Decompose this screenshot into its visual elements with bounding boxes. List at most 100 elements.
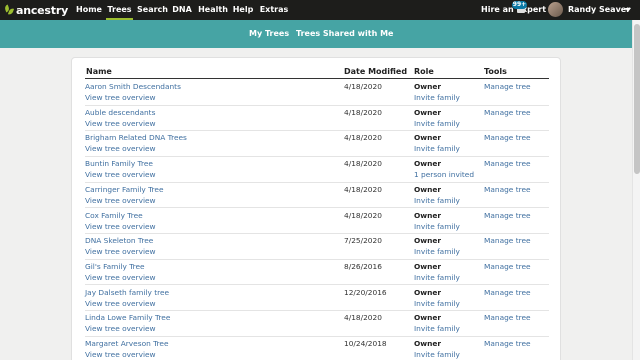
manage-tree-link[interactable]: Manage tree [484, 133, 531, 142]
view-tree-overview-link[interactable]: View tree overview [85, 93, 156, 102]
table-row: Cox Family Tree View tree overview 4/18/20… [85, 209, 549, 235]
role-label: Owner [414, 210, 442, 220]
invite-family-link[interactable]: Invite family [414, 324, 460, 333]
role-label: Owner [414, 133, 442, 143]
date-modified: 4/18/2020 [344, 313, 382, 323]
role-label: Owner [414, 82, 442, 91]
role-label: Owner [414, 236, 442, 246]
date-modified: 4/18/2020 [344, 159, 382, 169]
invite-family-link[interactable]: Invite family [414, 222, 460, 231]
date-modified: 4/18/2020 [344, 184, 382, 194]
view-tree-overview-link[interactable]: View tree overview [85, 247, 156, 256]
tree-name-link[interactable]: Jay Dalseth family tree [85, 288, 169, 297]
table-row: Margaret Arveson Tree View tree overview 1… [85, 337, 549, 360]
scrollbar-thumb[interactable] [634, 24, 640, 174]
invite-family-link[interactable]: Invite family [414, 273, 460, 282]
manage-tree-link[interactable]: Manage tree [484, 288, 531, 297]
tab-my-trees[interactable]: My Trees [249, 20, 289, 48]
manage-tree-link[interactable]: Manage tree [484, 211, 531, 220]
manage-tree-link[interactable]: Manage tree [484, 313, 531, 322]
invite-family-link[interactable]: Invite family [414, 119, 460, 128]
role-label: Owner [414, 107, 442, 117]
view-tree-overview-link[interactable]: View tree overview [85, 222, 156, 231]
manage-tree-link[interactable]: Manage tree [484, 159, 531, 168]
invite-family-link[interactable]: Invite family [414, 299, 460, 308]
nav-dna[interactable]: DNA [170, 0, 194, 20]
tree-name-link[interactable]: Margaret Arveson Tree [85, 339, 169, 348]
role-label: Owner [414, 261, 442, 271]
table-row: Buntin Family Tree View tree overview 4/18… [85, 157, 549, 183]
table-row: Auble descendants View tree overview 4/18/… [85, 106, 549, 132]
scrollbar[interactable] [632, 20, 640, 360]
role-label: Owner [414, 313, 442, 323]
view-tree-overview-link[interactable]: View tree overview [85, 170, 156, 179]
tree-name-link[interactable]: Buntin Family Tree [85, 159, 153, 168]
logo-text: ancestry [16, 3, 69, 17]
header-divider [85, 78, 549, 79]
nav-home[interactable]: Home [76, 0, 102, 20]
tree-name-link[interactable]: Auble descendants [85, 108, 155, 117]
tree-name-link[interactable]: Carringer Family Tree [85, 185, 164, 194]
date-modified: 8/26/2016 [344, 261, 382, 271]
manage-tree-link[interactable]: Manage tree [484, 339, 531, 348]
avatar[interactable] [548, 2, 563, 17]
top-navigation-bar: ancestry Home Trees Search DNA Health He… [0, 0, 640, 20]
date-modified: 4/18/2020 [344, 107, 382, 117]
column-header-tools: Tools [484, 67, 507, 76]
table-row: DNA Skeleton Tree View tree overview 7/25/… [85, 234, 549, 260]
date-modified: 4/18/2020 [344, 133, 382, 143]
invite-family-link[interactable]: Invite family [414, 144, 460, 153]
manage-tree-link[interactable]: Manage tree [484, 236, 531, 245]
invite-family-link[interactable]: Invite family [414, 93, 460, 102]
manage-tree-link[interactable]: Manage tree [484, 185, 531, 194]
tree-name-link[interactable]: Aaron Smith Descendants [85, 82, 181, 91]
invite-family-link[interactable]: 1 person invited [414, 170, 474, 179]
role-label: Owner [414, 287, 442, 297]
date-modified: 12/20/2016 [344, 287, 387, 297]
nav-search[interactable]: Search [137, 0, 168, 20]
tab-trees-shared[interactable]: Trees Shared with Me [296, 20, 393, 48]
nav-health[interactable]: Health [198, 0, 228, 20]
ancestry-logo[interactable]: ancestry [3, 2, 69, 18]
manage-tree-link[interactable]: Manage tree [484, 82, 531, 91]
table-row: Brigham Related DNA Trees View tree overv… [85, 131, 549, 157]
view-tree-overview-link[interactable]: View tree overview [85, 144, 156, 153]
column-header-name: Name [86, 67, 112, 76]
tree-name-link[interactable]: Brigham Related DNA Trees [85, 133, 187, 142]
table-row: Jay Dalseth family tree View tree overvie… [85, 286, 549, 312]
trees-subnav: My Trees Trees Shared with Me [0, 20, 640, 48]
table-row: Aaron Smith Descendants View tree overvie… [85, 80, 549, 106]
view-tree-overview-link[interactable]: View tree overview [85, 324, 156, 333]
chevron-down-icon[interactable] [625, 8, 631, 12]
column-header-role: Role [414, 67, 434, 76]
manage-tree-link[interactable]: Manage tree [484, 108, 531, 117]
invite-family-link[interactable]: Invite family [414, 350, 460, 359]
role-label: Owner [414, 184, 442, 194]
manage-tree-link[interactable]: Manage tree [484, 262, 531, 271]
tree-name-link[interactable]: Cox Family Tree [85, 211, 143, 220]
role-label: Owner [414, 339, 442, 348]
date-modified: 10/24/2018 [344, 339, 387, 348]
table-row: Linda Lowe Family Tree View tree overview… [85, 311, 549, 337]
tree-name-link[interactable]: Linda Lowe Family Tree [85, 313, 170, 322]
tree-name-link[interactable]: DNA Skeleton Tree [85, 236, 153, 245]
tree-name-link[interactable]: Gil's Family Tree [85, 262, 145, 271]
invite-family-link[interactable]: Invite family [414, 247, 460, 256]
date-modified: 4/18/2020 [344, 82, 382, 91]
view-tree-overview-link[interactable]: View tree overview [85, 299, 156, 308]
view-tree-overview-link[interactable]: View tree overview [85, 196, 156, 205]
table-row: Carringer Family Tree View tree overview 4… [85, 183, 549, 209]
nav-extras[interactable]: Extras [259, 0, 289, 20]
leaf-icon [3, 4, 15, 16]
view-tree-overview-link[interactable]: View tree overview [85, 273, 156, 282]
nav-help[interactable]: Help [232, 0, 254, 20]
view-tree-overview-link[interactable]: View tree overview [85, 350, 156, 359]
messages-badge: 99+ [512, 1, 527, 9]
invite-family-link[interactable]: Invite family [414, 196, 460, 205]
view-tree-overview-link[interactable]: View tree overview [85, 119, 156, 128]
column-header-date: Date Modified [344, 67, 408, 76]
user-name[interactable]: Randy Seaver [568, 0, 630, 19]
nav-trees[interactable]: Trees [106, 0, 133, 20]
role-label: Owner [414, 159, 442, 169]
table-row: Gil's Family Tree View tree overview 8/26/… [85, 260, 549, 286]
